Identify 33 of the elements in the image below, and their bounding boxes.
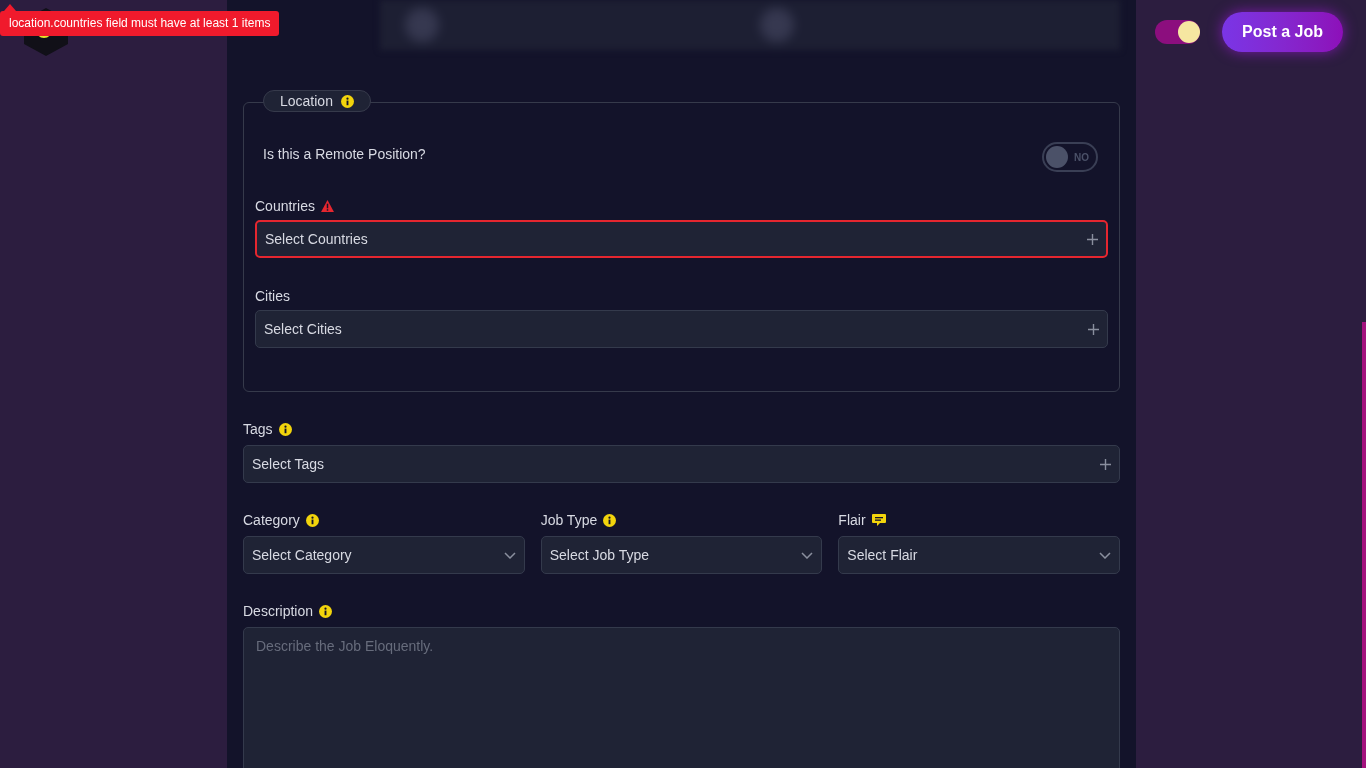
- field-label: Description: [243, 601, 314, 621]
- select-dropdown[interactable]: Select Job Type: [540, 536, 823, 574]
- info-icon: [278, 422, 292, 436]
- info-icon: [319, 604, 333, 618]
- plus-icon: [1100, 458, 1111, 470]
- theme-toggle[interactable]: [1155, 20, 1200, 44]
- post-job-button[interactable]: Post a Job: [1222, 12, 1343, 52]
- field-label: Job Type: [540, 510, 598, 530]
- field-label: Tags: [243, 419, 273, 439]
- select-dropdown[interactable]: Select Category: [243, 536, 525, 574]
- field-label: Category: [243, 510, 300, 530]
- plus-icon: [1087, 233, 1098, 245]
- error-tooltip: location.countries field must have at least 1 items: [0, 10, 280, 36]
- chevron-down-icon: [1099, 551, 1111, 559]
- warning-icon: [320, 200, 334, 212]
- comment-icon: [871, 513, 886, 527]
- plus-icon: [1088, 323, 1099, 335]
- description-textarea[interactable]: Describe the Job Eloquently.: [243, 627, 1120, 768]
- field-label: Cities: [255, 286, 290, 306]
- multi-select-field[interactable]: Select Countries: [255, 220, 1108, 258]
- fieldset-legend: Location: [263, 90, 371, 112]
- field-label: Countries: [255, 196, 315, 216]
- select-dropdown[interactable]: Select Flair: [838, 536, 1120, 574]
- multi-select-field[interactable]: Select Cities: [255, 310, 1108, 348]
- tooltip-arrow-icon: [4, 4, 16, 11]
- chevron-down-icon: [503, 551, 516, 559]
- info-icon: [340, 94, 354, 108]
- field-label: Flair: [838, 510, 866, 530]
- remote-question: Is this a Remote Position?: [263, 144, 426, 164]
- chevron-down-icon: [801, 551, 814, 559]
- multi-select-field[interactable]: Select Tags: [243, 445, 1120, 483]
- info-icon: [603, 513, 617, 527]
- info-icon: [305, 513, 319, 527]
